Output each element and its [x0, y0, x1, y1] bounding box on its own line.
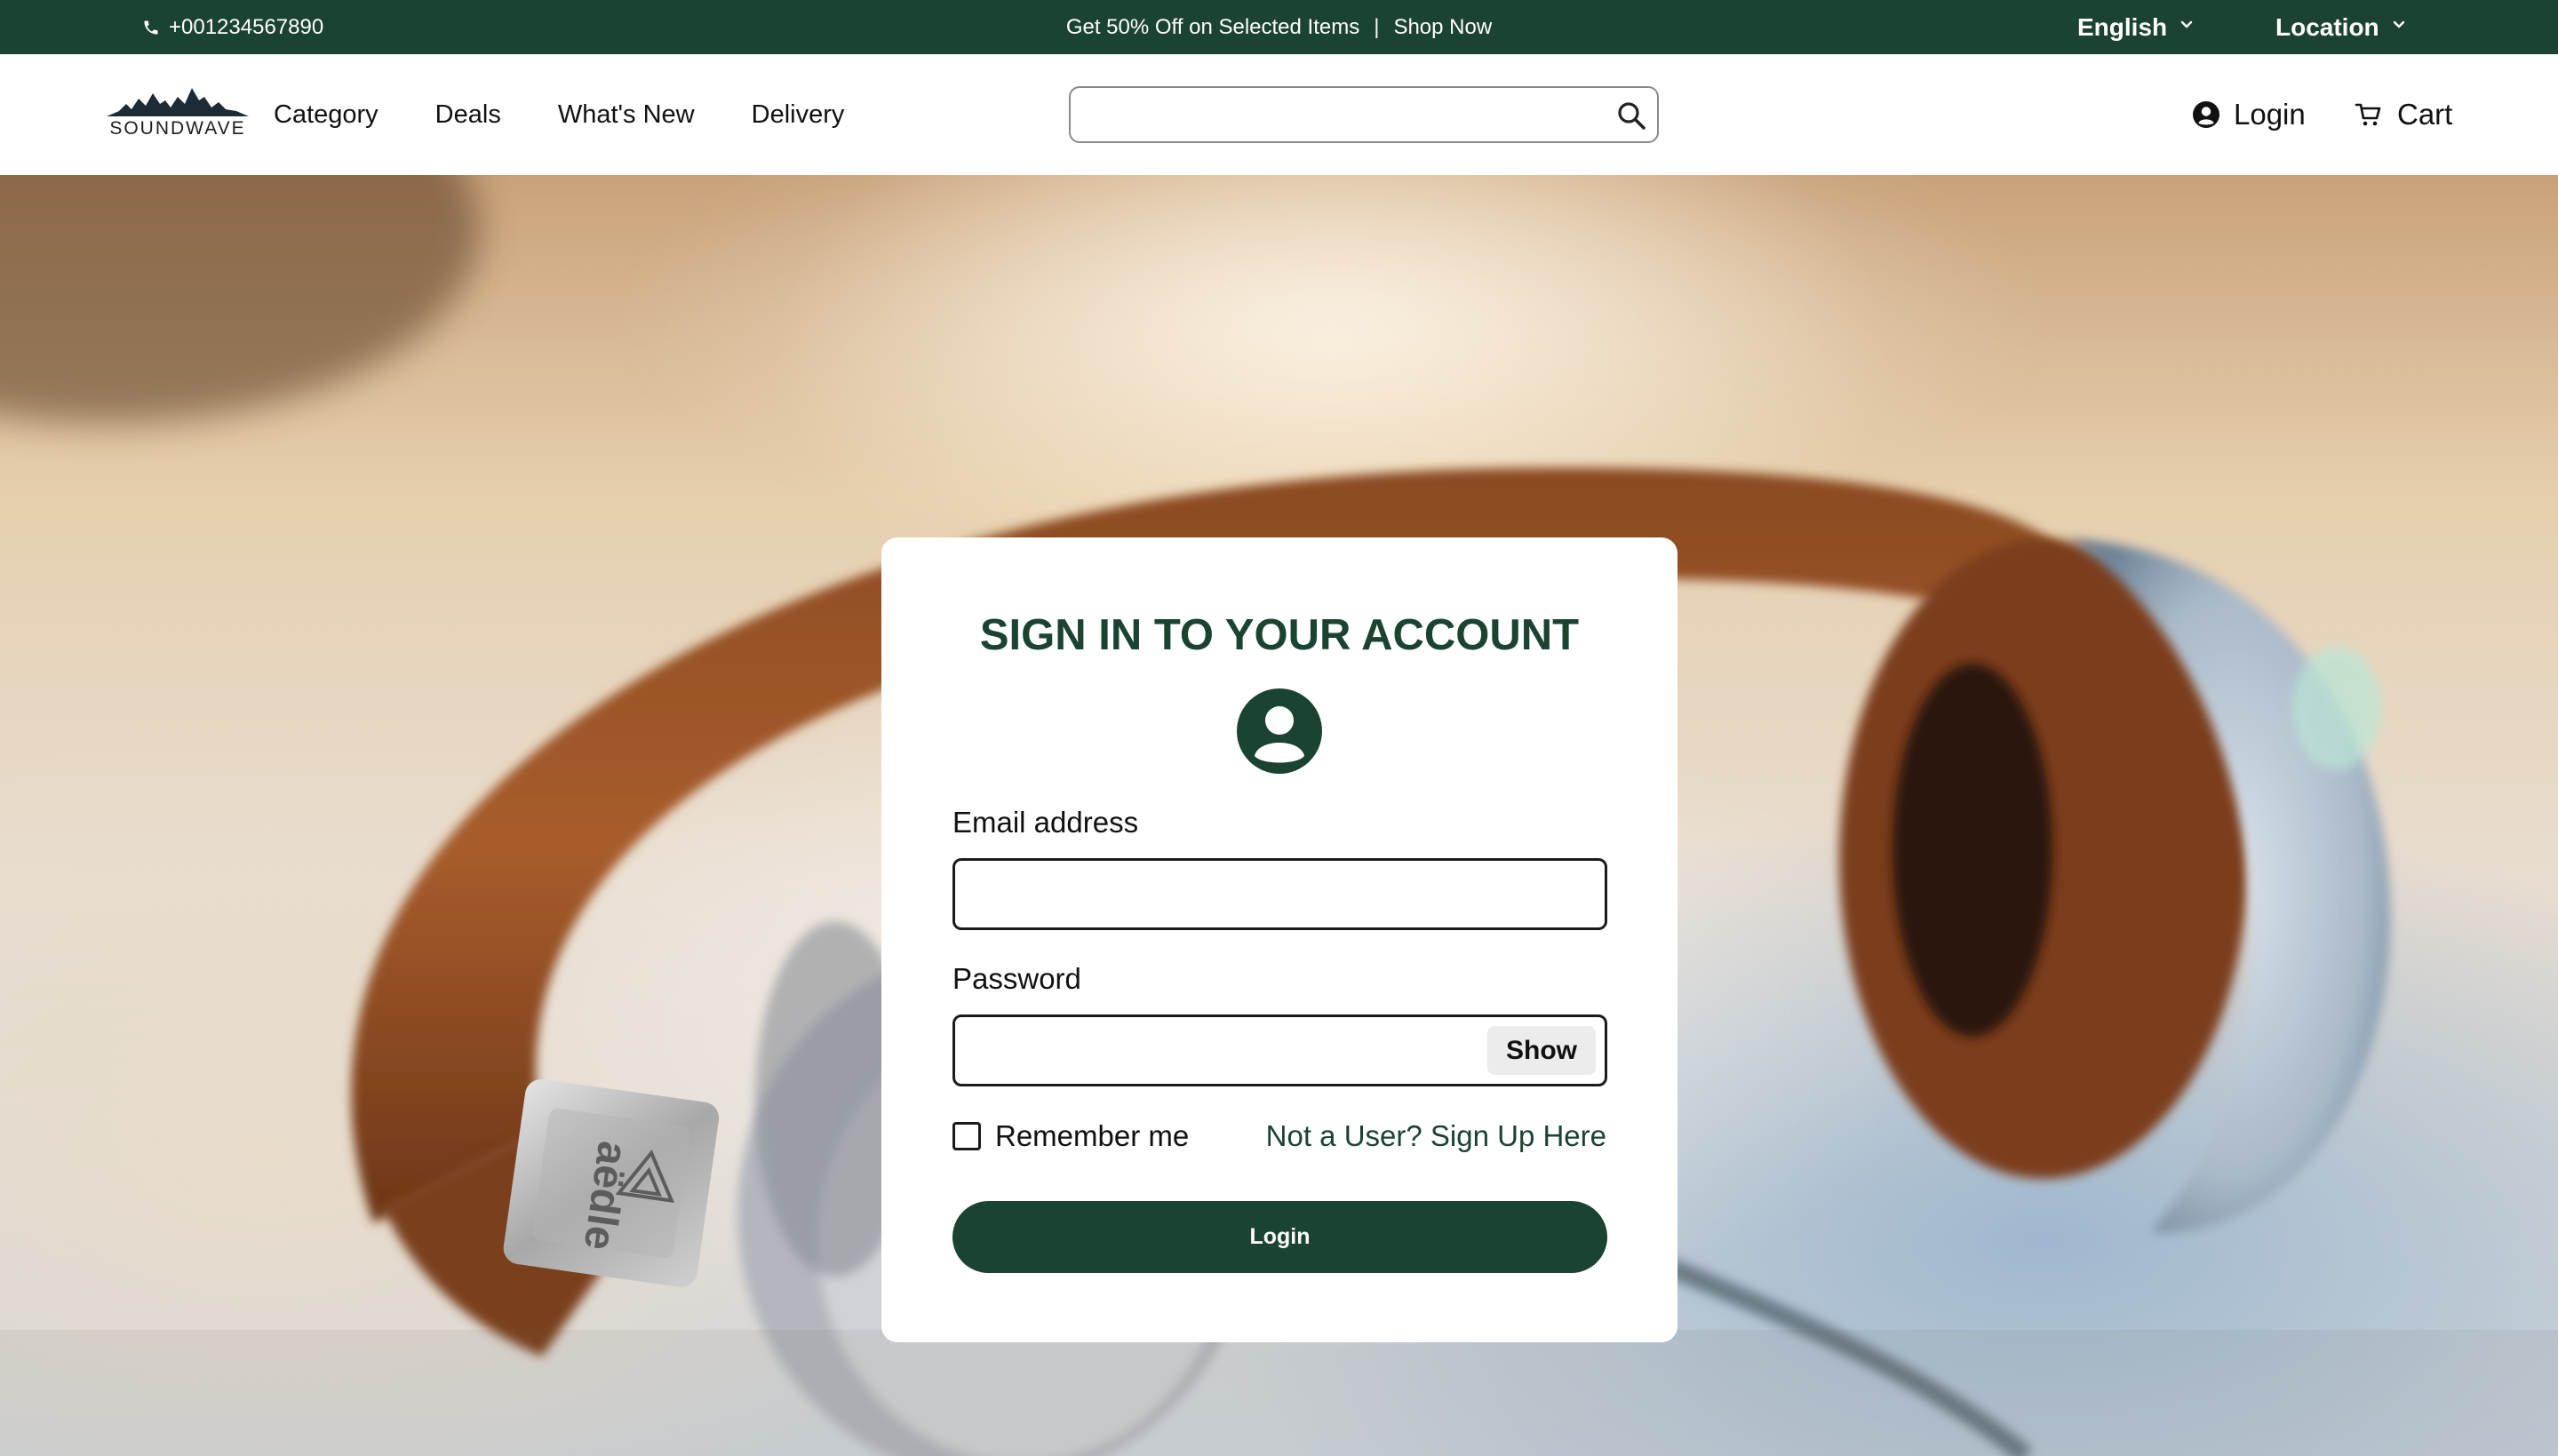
chevron-down-icon — [2393, 20, 2404, 28]
remember-me-label: Remember me — [995, 1119, 1190, 1152]
top-promo-bar: +001234567890 Get 50% Off on Selected It… — [0, 0, 2558, 54]
nav-deals[interactable]: Deals — [435, 100, 501, 130]
password-field: Show — [952, 1014, 1607, 1086]
site-header: SOUNDWAVE Category Deals What's New Deli… — [0, 54, 2558, 175]
login-link-label: Login — [2234, 98, 2306, 131]
cart-link[interactable]: Cart — [2355, 54, 2452, 175]
shop-now-link[interactable]: Shop Now — [1393, 15, 1492, 40]
password-label: Password — [952, 962, 1081, 995]
show-password-button[interactable]: Show — [1487, 1026, 1596, 1075]
soundwave-logo-mark — [107, 88, 249, 116]
logo-wordmark: SOUNDWAVE — [109, 118, 246, 139]
sign-up-link[interactable]: Not a User? Sign Up Here — [1266, 1118, 1606, 1154]
promo-text: Get 50% Off on Selected Items — [1065, 14, 1360, 39]
language-label: English — [2077, 12, 2168, 41]
user-circle-icon — [2193, 101, 2219, 128]
sign-in-title: SIGN IN TO YOUR ACCOUNT — [979, 611, 1580, 659]
location-selector[interactable]: Location — [2275, 0, 2406, 54]
location-label: Location — [2275, 12, 2379, 41]
nav-whats-new[interactable]: What's New — [558, 100, 695, 130]
login-button[interactable]: Login — [952, 1201, 1607, 1273]
language-selector[interactable]: English — [2077, 0, 2194, 54]
checkbox-box[interactable] — [952, 1122, 981, 1150]
nav-delivery[interactable]: Delivery — [752, 100, 845, 130]
email-input[interactable] — [971, 870, 1593, 919]
search-icon[interactable] — [1616, 100, 1646, 131]
soundwave-logo[interactable]: SOUNDWAVE — [107, 84, 249, 139]
password-input[interactable] — [971, 1026, 1478, 1076]
account-login-link[interactable]: Login — [2193, 54, 2306, 175]
sign-in-card: SIGN IN TO YOUR ACCOUNT Email address Pa… — [881, 537, 1677, 1342]
chevron-down-icon — [2180, 20, 2193, 28]
remember-me-checkbox[interactable]: Remember me — [952, 1118, 1189, 1154]
user-avatar-icon — [1237, 688, 1322, 774]
search-bar — [1069, 86, 1659, 143]
search-input[interactable] — [1085, 95, 1600, 134]
email-field — [952, 858, 1607, 930]
cart-label: Cart — [2397, 98, 2453, 131]
main-nav: Category Deals What's New Delivery — [274, 54, 844, 175]
nav-category[interactable]: Category — [274, 100, 379, 130]
cart-icon — [2355, 103, 2381, 126]
promo-separator: | — [1374, 14, 1380, 39]
email-label: Email address — [952, 806, 1139, 839]
